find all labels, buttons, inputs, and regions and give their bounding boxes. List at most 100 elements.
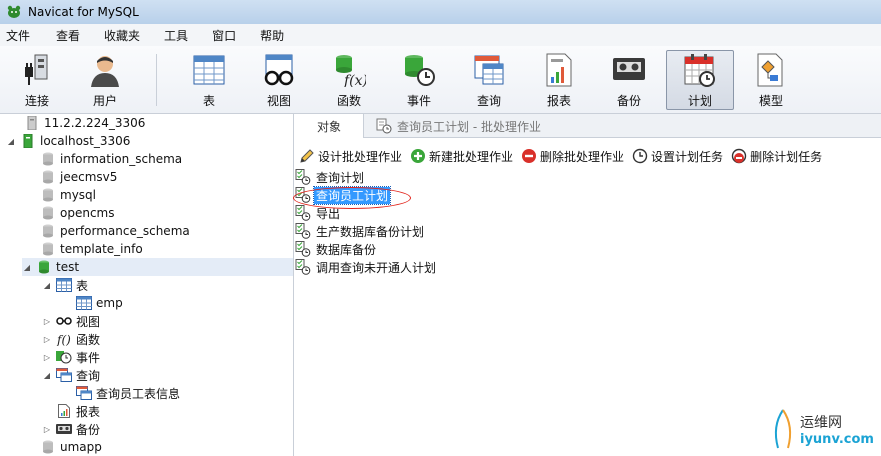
user-icon [91, 56, 119, 87]
batch-job-item[interactable]: 导出 [295, 204, 881, 222]
design-pencil-icon [300, 149, 314, 163]
tree-item-label: 视图 [76, 314, 101, 329]
toolbar-view-button[interactable]: 视图 [246, 50, 312, 110]
toolbar-connection-button[interactable]: 连接 [4, 50, 70, 110]
menu-help[interactable]: 帮助 [260, 27, 284, 44]
tree-folder-functions[interactable]: ▷ f() 函数 [42, 330, 100, 348]
tree-item-label: 11.2.2.224_3306 [44, 116, 146, 130]
server-off-icon [27, 116, 37, 130]
delete-schedule-task-button[interactable]: 删除计划任务 [731, 148, 822, 165]
function-icon: f() [56, 333, 71, 346]
tree-db-performance-schema[interactable]: performance_schema [26, 222, 190, 240]
tree-expanded-toggle-icon[interactable]: ◢ [42, 281, 52, 290]
menu-view[interactable]: 查看 [56, 27, 80, 44]
watermark-url: iyunv.com [800, 431, 874, 447]
tree-folder-backups[interactable]: ▷ 备份 [42, 420, 100, 438]
tree-db-jeecmsv5[interactable]: jeecmsv5 [26, 168, 117, 186]
connection-tree[interactable]: 11.2.2.224_3306 ◢ localhost_3306 informa… [0, 114, 294, 456]
delete-batch-job-button[interactable]: 删除批处理作业 [521, 148, 624, 165]
watermark-cn: 运维网 [800, 414, 842, 431]
menu-window[interactable]: 窗口 [212, 27, 236, 44]
tree-db-mysql[interactable]: mysql [26, 186, 96, 204]
tree-expanded-toggle-icon[interactable]: ◢ [6, 137, 16, 146]
toolbar-view-label: 视图 [266, 94, 291, 108]
database-gray-icon [43, 170, 53, 184]
tree-expanded-toggle-icon[interactable]: ◢ [22, 263, 32, 272]
tree-item-label: performance_schema [60, 224, 190, 238]
batch-job-label: 查询员工计划 [312, 185, 392, 205]
tree-connection-localhost[interactable]: ◢ localhost_3306 [6, 132, 130, 150]
action-label: 新建批处理作业 [429, 149, 514, 164]
batch-job-icon [295, 169, 311, 185]
tree-db-information-schema[interactable]: information_schema [26, 150, 182, 168]
batch-job-icon [295, 223, 311, 239]
tree-folder-tables[interactable]: ◢ 表 [42, 276, 88, 294]
tree-db-umapp[interactable]: umapp [26, 438, 102, 456]
query-icon [76, 386, 92, 400]
title-bar: Navicat for MySQL [0, 0, 881, 24]
tree-table-emp[interactable]: emp [62, 294, 123, 312]
database-gray-icon [43, 152, 53, 166]
tree-item-label: 备份 [76, 422, 101, 437]
batch-job-label: 查询计划 [316, 170, 365, 185]
connection-plug-icon [25, 54, 48, 85]
toolbar-schedule-button[interactable]: 计划 [666, 50, 734, 110]
backup-tape-icon [56, 424, 72, 434]
menu-file[interactable]: 文件 [6, 27, 30, 44]
database-gray-icon [43, 206, 53, 220]
table-icon [76, 296, 92, 310]
toolbar-model-button[interactable]: 模型 [738, 50, 804, 110]
svg-text:f(x): f(x) [343, 73, 366, 87]
toolbar-event-label: 事件 [406, 94, 431, 108]
toolbar-report-button[interactable]: 报表 [526, 50, 592, 110]
batch-job-item[interactable]: 生产数据库备份计划 [295, 222, 881, 240]
tree-db-template-info[interactable]: template_info [26, 240, 143, 258]
batch-job-list[interactable]: 查询计划 查询员工计划 导出 生产数据库备份计划 数据库备份 调用查询未开通人计… [295, 168, 881, 276]
tab-objects[interactable]: 对象 [295, 114, 365, 138]
toolbar-table-button[interactable]: 表 [176, 50, 242, 110]
set-schedule-task-button[interactable]: 设置计划任务 [632, 148, 723, 165]
query-icon [56, 368, 72, 382]
tree-folder-reports[interactable]: 报表 [42, 402, 100, 420]
tree-expanded-toggle-icon[interactable]: ◢ [42, 371, 52, 380]
report-icon [58, 404, 70, 418]
toolbar-backup-button[interactable]: 备份 [596, 50, 662, 110]
tree-collapsed-toggle-icon[interactable]: ▷ [42, 317, 52, 326]
toolbar-query-button[interactable]: 查询 [456, 50, 522, 110]
tree-collapsed-toggle-icon[interactable]: ▷ [42, 353, 52, 362]
menu-favorites[interactable]: 收藏夹 [104, 27, 140, 44]
toolbar-event-button[interactable]: 事件 [386, 50, 452, 110]
menu-tools[interactable]: 工具 [164, 27, 188, 44]
navicat-logo-icon [7, 5, 21, 18]
toolbar-report-label: 报表 [546, 94, 571, 108]
table-icon [56, 278, 72, 292]
toolbar-schedule-label: 计划 [687, 94, 712, 108]
batch-job-item[interactable]: 调用查询未开通人计划 [295, 258, 881, 276]
tree-item-label: 函数 [76, 332, 101, 347]
svg-text:f(): f() [56, 333, 71, 346]
tree-db-opencms[interactable]: opencms [26, 204, 115, 222]
tree-collapsed-toggle-icon[interactable]: ▷ [42, 425, 52, 434]
tree-connection-11.2.2.224[interactable]: 11.2.2.224_3306 [10, 114, 145, 132]
delete-schedule-icon [731, 148, 747, 164]
toolbar-user-button[interactable]: 用户 [72, 50, 138, 110]
tree-folder-views[interactable]: ▷ 视图 [42, 312, 100, 330]
tree-folder-events[interactable]: ▷ 事件 [42, 348, 100, 366]
tree-collapsed-toggle-icon[interactable]: ▷ [42, 335, 52, 344]
view-glasses-icon [264, 54, 294, 86]
tree-query-employee-info[interactable]: 查询员工表信息 [62, 384, 180, 402]
tree-item-label: 表 [76, 278, 89, 293]
batch-job-item[interactable]: 数据库备份 [295, 240, 881, 258]
window-title: Navicat for MySQL [28, 5, 139, 19]
new-batch-job-button[interactable]: 新建批处理作业 [410, 148, 513, 165]
batch-job-item[interactable]: 查询计划 [295, 168, 881, 186]
tree-folder-queries[interactable]: ◢ 查询 [42, 366, 100, 384]
tree-db-test[interactable]: ◢ test [22, 258, 293, 276]
tab-batch-job[interactable]: 查询员工计划 - 批处理作业 [364, 114, 553, 138]
batch-job-item-selected[interactable]: 查询员工计划 [295, 185, 881, 205]
tree-item-label: 报表 [76, 404, 101, 419]
view-glasses-icon [56, 317, 72, 325]
batch-job-icon [295, 259, 311, 275]
toolbar-function-button[interactable]: f(x) 函数 [316, 50, 382, 110]
design-batch-job-button[interactable]: 设计批处理作业 [299, 148, 402, 165]
